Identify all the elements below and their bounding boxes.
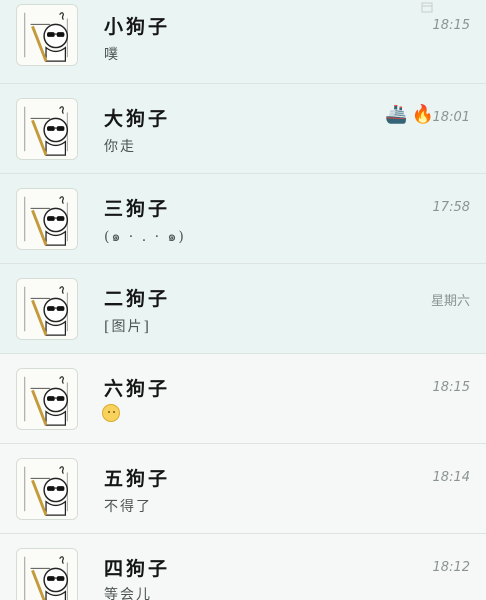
chat-list: 小狗子 噗 18:15 大狗子 你走 🚢 🔥 18:01 三狗子 (๑ · . … <box>0 0 486 600</box>
mute-icon <box>421 2 433 13</box>
message-time: 18:14 <box>432 470 470 485</box>
chat-row[interactable]: 大狗子 你走 🚢 🔥 18:01 <box>0 84 486 174</box>
contact-name: 四狗子 <box>104 558 171 580</box>
contact-name: 大狗子 <box>104 108 171 130</box>
fire-icon: 🔥 <box>411 104 434 125</box>
contact-name: 五狗子 <box>104 468 171 490</box>
ship-icon: 🚢 <box>385 104 408 125</box>
chat-row[interactable]: 小狗子 噗 18:15 <box>0 0 486 84</box>
message-preview: 等会儿 <box>104 587 152 600</box>
chat-row[interactable]: 三狗子 (๑ · . · ๑) 17:58 <box>0 174 486 264</box>
message-preview: (๑ · . · ๑) <box>104 229 186 245</box>
message-time: 18:12 <box>432 560 470 575</box>
avatar[interactable] <box>16 548 78 600</box>
message-preview: 不得了 <box>104 499 152 515</box>
contact-name: 三狗子 <box>104 198 171 220</box>
avatar[interactable] <box>16 4 78 66</box>
sunglasses-cartoon-avatar-icon <box>17 369 77 429</box>
chat-row[interactable]: 五狗子 不得了 18:14 <box>0 444 486 534</box>
chat-row[interactable]: 四狗子 等会儿 18:12 <box>0 534 486 600</box>
sunglasses-cartoon-avatar-icon <box>17 189 77 249</box>
sunglasses-cartoon-avatar-icon <box>17 99 77 159</box>
message-preview: [图片] <box>104 319 151 335</box>
message-time: 18:01 <box>432 110 470 125</box>
sunglasses-cartoon-avatar-icon <box>17 5 77 65</box>
message-time: 星期六 <box>430 294 470 309</box>
message-time: 18:15 <box>432 18 470 33</box>
chat-row[interactable]: 六狗子 18:15 <box>0 354 486 444</box>
sunglasses-cartoon-avatar-icon <box>17 279 77 339</box>
avatar[interactable] <box>16 98 78 160</box>
emoji-badges: 🚢 🔥 <box>385 106 434 124</box>
avatar[interactable] <box>16 368 78 430</box>
smile-emoji-icon <box>102 404 120 422</box>
message-time: 17:58 <box>432 200 470 215</box>
sunglasses-cartoon-avatar-icon <box>17 549 77 600</box>
avatar[interactable] <box>16 458 78 520</box>
message-time: 18:15 <box>432 380 470 395</box>
avatar[interactable] <box>16 278 78 340</box>
contact-name: 小狗子 <box>104 16 171 38</box>
message-preview: 噗 <box>104 47 120 63</box>
message-preview: 你走 <box>104 139 136 155</box>
sunglasses-cartoon-avatar-icon <box>17 459 77 519</box>
avatar[interactable] <box>16 188 78 250</box>
contact-name: 二狗子 <box>104 288 171 310</box>
contact-name: 六狗子 <box>104 378 171 400</box>
chat-row[interactable]: 二狗子 [图片] 星期六 <box>0 264 486 354</box>
